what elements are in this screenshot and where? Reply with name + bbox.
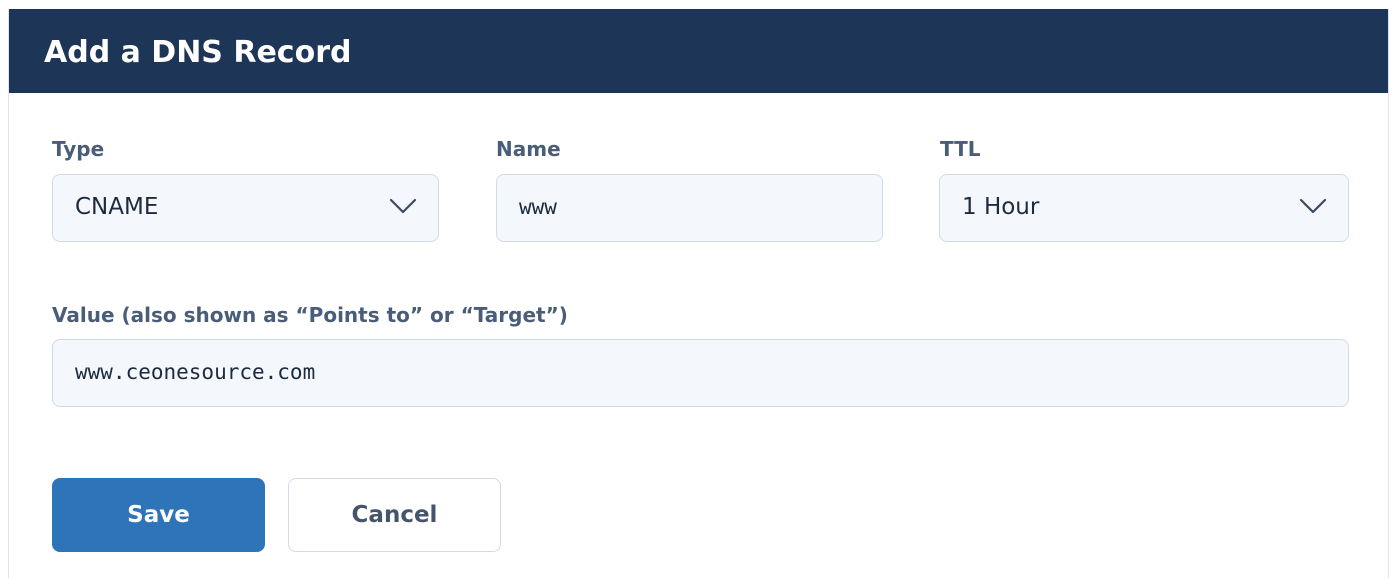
chevron-down-icon bbox=[1299, 198, 1327, 214]
add-dns-record-dialog: Add a DNS Record Type CNAME Name www TTL… bbox=[8, 9, 1389, 578]
type-select[interactable]: CNAME bbox=[52, 174, 439, 242]
ttl-select[interactable]: 1 Hour bbox=[939, 174, 1349, 242]
type-label: Type bbox=[52, 137, 105, 161]
dialog-title: Add a DNS Record bbox=[44, 35, 352, 70]
ttl-selected-value: 1 Hour bbox=[962, 194, 1040, 220]
ttl-label: TTL bbox=[940, 137, 981, 161]
value-input-value: www.ceonesource.com bbox=[75, 360, 316, 384]
save-button[interactable]: Save bbox=[52, 478, 265, 552]
name-input-value: www bbox=[519, 195, 557, 219]
name-input[interactable]: www bbox=[496, 174, 883, 242]
type-selected-value: CNAME bbox=[75, 194, 159, 220]
value-input[interactable]: www.ceonesource.com bbox=[52, 339, 1349, 407]
value-label: Value (also shown as “Points to” or “Tar… bbox=[52, 303, 568, 327]
name-label: Name bbox=[496, 137, 561, 161]
cancel-button[interactable]: Cancel bbox=[288, 478, 501, 552]
chevron-down-icon bbox=[389, 198, 417, 214]
dialog-header: Add a DNS Record bbox=[9, 9, 1388, 93]
